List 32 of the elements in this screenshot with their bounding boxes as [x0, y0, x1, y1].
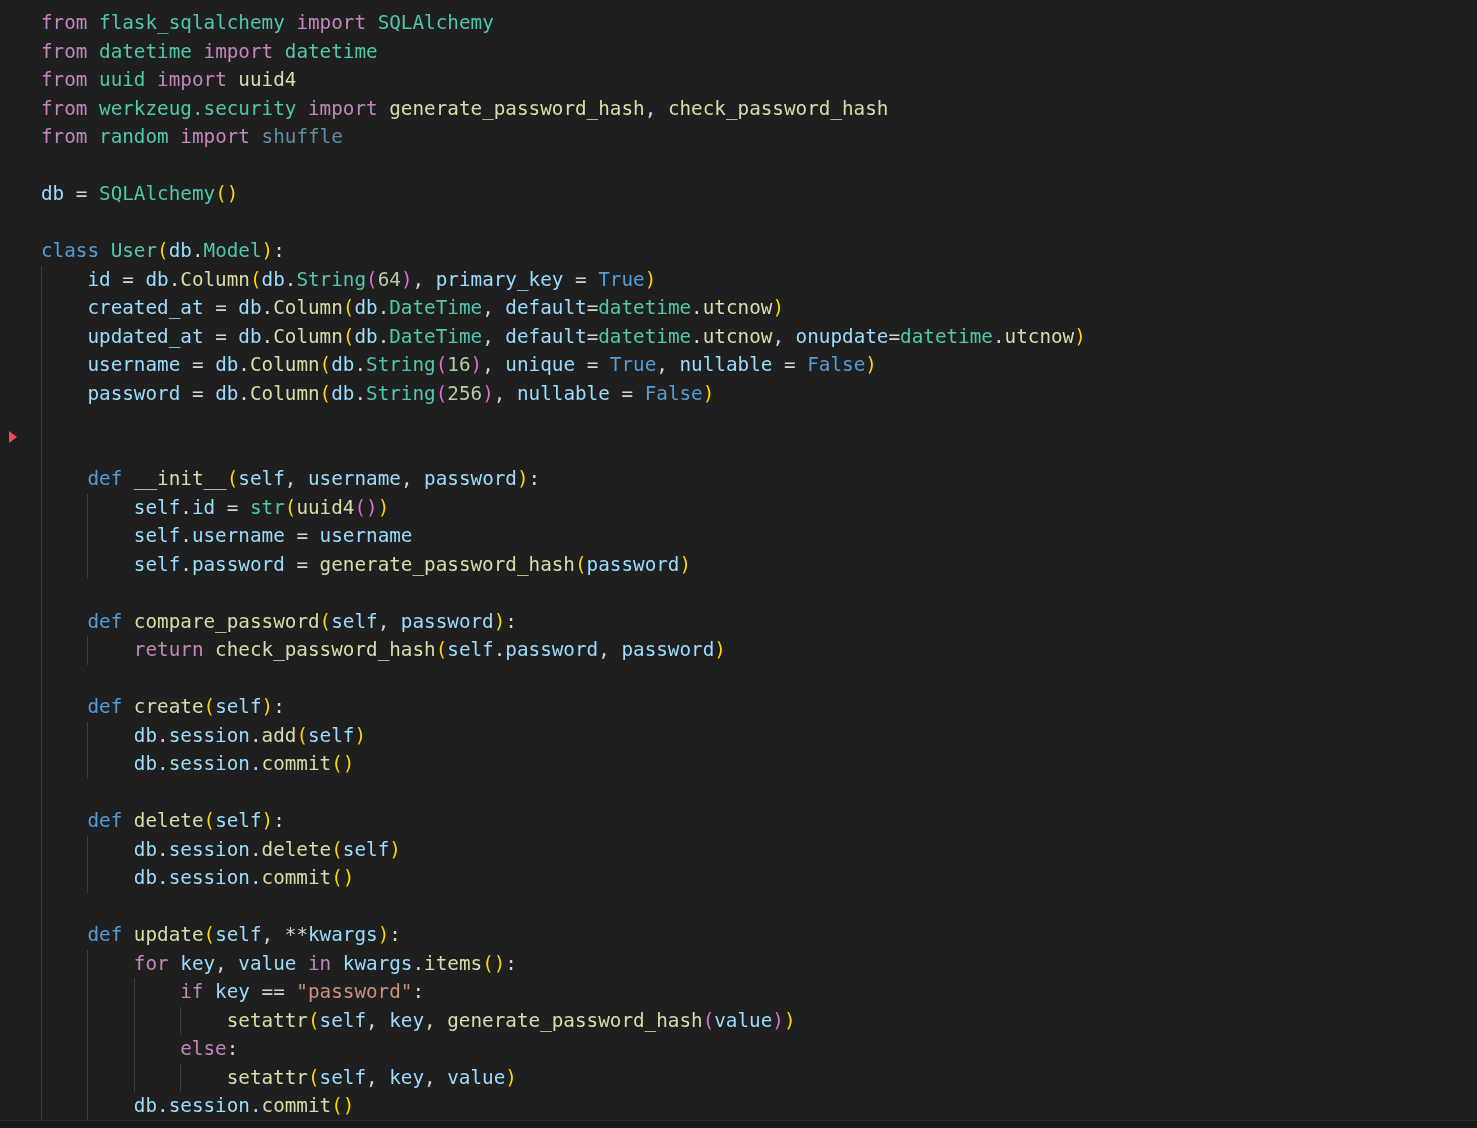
code-line: created_at = db.Column(db.DateTime, default=datetime.utcnow): [87, 295, 784, 321]
code-line: def compare_password(self, password):: [87, 608, 517, 635]
code-line: from random import shuffle: [41, 124, 343, 150]
code-line: db.session.commit(): [133, 751, 355, 777]
code-line: else:: [180, 1036, 239, 1062]
code-line: self.password = generate_password_hash(password): [133, 551, 692, 578]
code-line: def update(self, **kwargs):: [87, 922, 401, 948]
code-line: updated_at = db.Column(db.DateTime, default=datetime.utcnow, onupdate=datetime.utcnow): [87, 323, 1086, 350]
code-line: for key, value in kwargs.items():: [133, 950, 517, 977]
code-line: def create(self):: [87, 694, 285, 720]
code-line: self.id = str(uuid4()): [133, 494, 390, 521]
code-line: class User(db.Model):: [41, 238, 285, 264]
code-line: from werkzeug.security import generate_password_hash, check_password_hash: [41, 95, 889, 122]
code-line: username = db.Column(db.String(16), unique = True, nullable = False): [87, 352, 877, 378]
code-line: db.session.commit(): [133, 865, 355, 891]
triangle-icon: [9, 431, 17, 443]
code-line: password = db.Column(db.String(256), nullable = False): [87, 380, 715, 407]
code-line: db = SQLAlchemy(): [41, 181, 239, 207]
code-line: from uuid import uuid4: [41, 67, 297, 93]
code-line: id = db.Column(db.String(64), primary_key = True): [87, 266, 657, 293]
code-line: setattr(self, key, generate_password_hash(value)): [226, 1007, 796, 1034]
code-line: setattr(self, key, value): [226, 1064, 517, 1091]
code-line: def __init__(self, username, password):: [87, 466, 541, 492]
code-line: from flask_sqlalchemy import SQLAlchemy: [41, 10, 494, 36]
code-line: self.username = username: [133, 523, 413, 549]
code-line: if key == "password":: [180, 979, 425, 1005]
code-line: return check_password_hash(self.password, password): [133, 637, 726, 663]
code-line: db.session.add(self): [133, 722, 367, 749]
code-line: db.session.commit(): [133, 1093, 355, 1119]
code-line: def delete(self):: [87, 808, 285, 834]
code-line: db.session.delete(self): [133, 836, 401, 863]
code-line: from datetime import datetime: [41, 38, 378, 65]
